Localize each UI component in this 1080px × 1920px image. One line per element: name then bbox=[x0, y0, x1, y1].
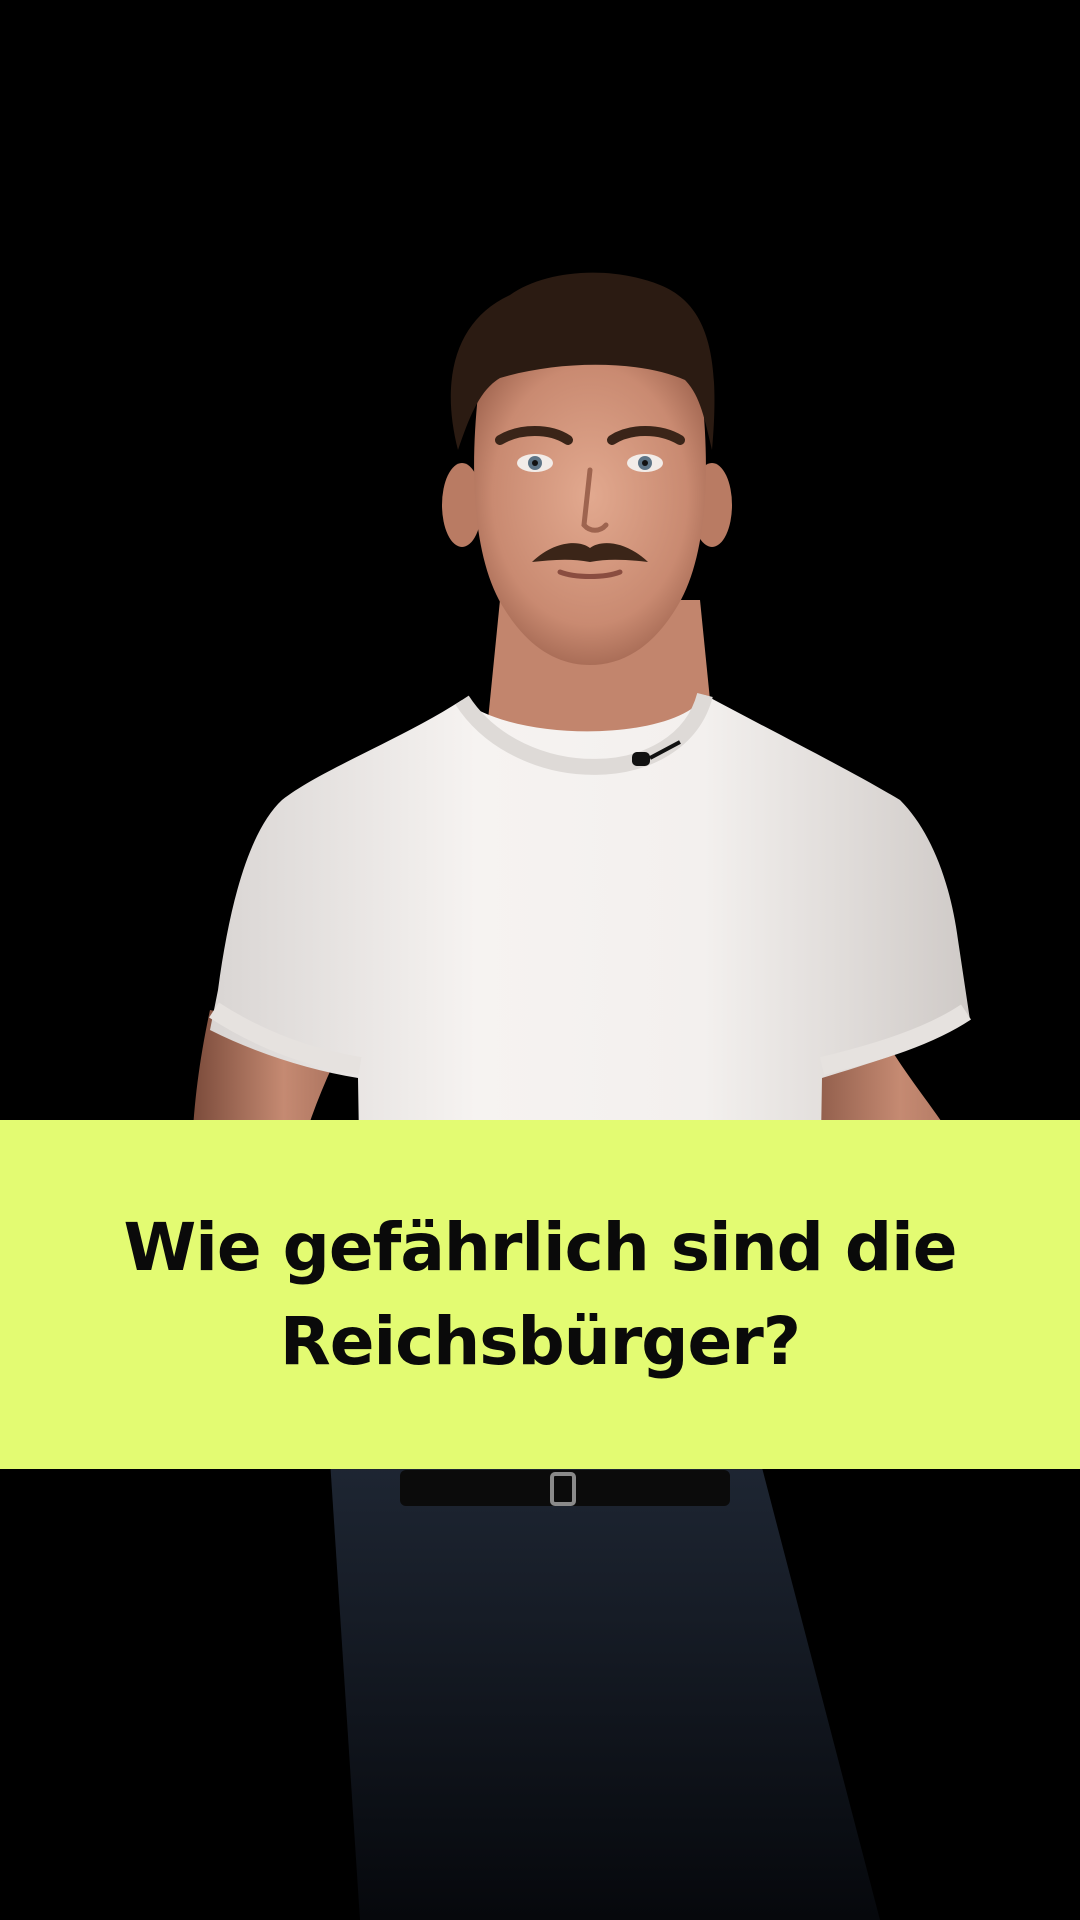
title-line-1: Wie gefährlich sind die bbox=[123, 1208, 957, 1286]
presenter-figure bbox=[191, 272, 980, 1920]
jeans bbox=[330, 1460, 880, 1920]
video-frame: Wie gefährlich sind die Reichsbürger? bbox=[0, 0, 1080, 1920]
lapel-microphone bbox=[632, 752, 650, 766]
title-banner: Wie gefährlich sind die Reichsbürger? bbox=[0, 1120, 1080, 1469]
title-line-2: Reichsbürger? bbox=[279, 1302, 801, 1380]
video-title: Wie gefährlich sind die Reichsbürger? bbox=[90, 1201, 990, 1389]
